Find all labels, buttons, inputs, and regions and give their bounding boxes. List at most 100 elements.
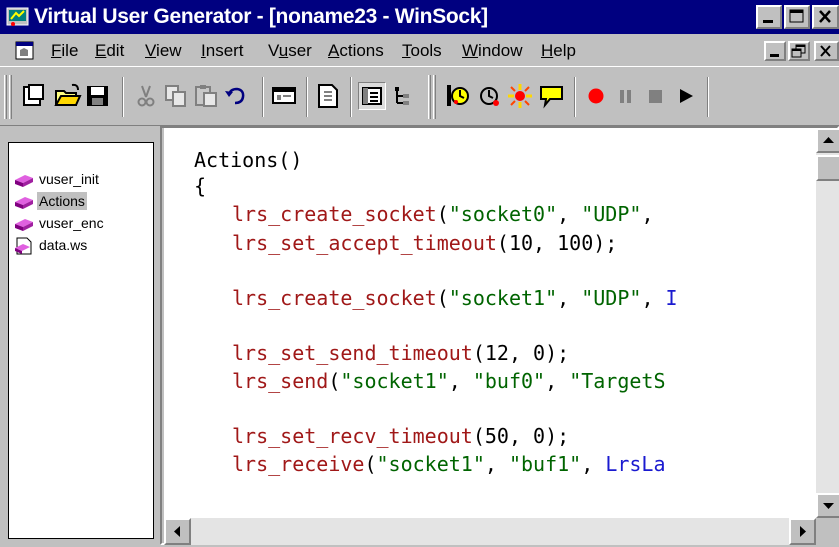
close-icon xyxy=(819,10,831,23)
comment-button[interactable] xyxy=(538,82,566,110)
arrow-up-icon xyxy=(823,137,834,143)
toolbar-grip[interactable] xyxy=(9,75,12,119)
record-dot-button[interactable] xyxy=(582,82,610,110)
menu-view[interactable]: View xyxy=(145,41,182,61)
record-dot-icon xyxy=(588,88,604,104)
code-token: , xyxy=(448,369,473,393)
toolbar-grip[interactable] xyxy=(433,75,436,119)
menu-window[interactable]: Window xyxy=(462,41,522,61)
paste-button[interactable] xyxy=(192,82,220,110)
menu-help[interactable]: Help xyxy=(541,41,576,61)
script-view-button[interactable] xyxy=(314,82,342,110)
undo-button[interactable] xyxy=(222,82,250,110)
code-line: lrs_set_accept_timeout(10, 100); xyxy=(232,231,617,255)
record-icon xyxy=(480,87,499,106)
cut-button[interactable] xyxy=(132,82,160,110)
open-paren: ( xyxy=(472,341,485,365)
document-system-menu-icon[interactable] xyxy=(14,40,36,62)
close-button[interactable] xyxy=(812,5,839,29)
function-name: lrs_create_socket xyxy=(232,286,437,310)
pause-icon xyxy=(620,90,631,103)
menu-insert[interactable]: Insert xyxy=(201,41,244,61)
menu-edit[interactable]: Edit xyxy=(95,41,124,61)
tree-item-actions[interactable]: Actions xyxy=(13,191,153,213)
run-button[interactable] xyxy=(506,82,534,110)
minimize-button[interactable] xyxy=(756,5,782,29)
vugen-app-icon[interactable] xyxy=(6,5,30,29)
title-bar[interactable]: Virtual User Generator - [noname23 - Win… xyxy=(0,0,839,34)
data-file-icon xyxy=(15,237,32,255)
constant-token: I xyxy=(665,286,678,310)
record-button[interactable] xyxy=(476,82,504,110)
run-icon xyxy=(508,84,532,108)
scroll-left-button[interactable] xyxy=(164,518,191,545)
maximize-icon xyxy=(789,9,804,23)
code-token: , xyxy=(545,369,570,393)
save-button[interactable] xyxy=(84,82,112,110)
play-button[interactable] xyxy=(672,82,700,110)
script-tree-panel[interactable]: vuser_init Actions vuser_enc data.ws xyxy=(8,142,154,539)
copy-button[interactable] xyxy=(162,82,190,110)
document-close-button[interactable] xyxy=(814,41,839,61)
restore-icon xyxy=(791,44,806,58)
horizontal-scrollbar[interactable] xyxy=(164,518,816,545)
open-button[interactable] xyxy=(54,82,82,110)
tree-item-vuser-init[interactable]: vuser_init xyxy=(13,169,153,191)
tree-item-data-ws[interactable]: data.ws xyxy=(13,235,153,257)
toolbar-separator xyxy=(350,77,352,117)
code-token: , xyxy=(641,286,666,310)
tree-view-button[interactable] xyxy=(390,82,418,110)
menu-tools[interactable]: Tools xyxy=(402,41,442,61)
document-restore-button[interactable] xyxy=(788,41,810,61)
code-token: 12, 0); xyxy=(484,341,570,365)
open-paren: ( xyxy=(436,202,449,226)
open-paren: ( xyxy=(328,369,341,393)
toolbar-separator xyxy=(574,77,576,117)
pause-button[interactable] xyxy=(612,82,640,110)
code-line: lrs_set_recv_timeout(50, 0); xyxy=(232,424,569,448)
vertical-scroll-thumb[interactable] xyxy=(816,155,839,181)
minimize-icon xyxy=(763,20,773,23)
function-name: lrs_set_recv_timeout xyxy=(232,424,473,448)
document-minimize-button[interactable] xyxy=(764,41,786,61)
tree-item-vuser-end[interactable]: vuser_enc xyxy=(13,213,153,235)
record-into-action-icon xyxy=(447,85,469,106)
tree-item-label: vuser_enc xyxy=(39,215,104,231)
maximize-button[interactable] xyxy=(784,5,810,29)
play-icon xyxy=(680,89,693,103)
scroll-right-button[interactable] xyxy=(789,518,816,545)
toolbar-grip[interactable] xyxy=(4,75,7,119)
action-brick-icon xyxy=(15,219,33,231)
list-view-button[interactable] xyxy=(358,82,386,110)
scrollbar-corner xyxy=(816,518,839,545)
vertical-scrollbar[interactable] xyxy=(816,128,839,518)
record-into-action-button[interactable] xyxy=(444,82,472,110)
code-area[interactable]: Actions() { lrs_create_socket("socket0",… xyxy=(164,128,816,518)
scroll-down-button[interactable] xyxy=(816,493,839,518)
code-token: , xyxy=(557,202,582,226)
toolbar-grip[interactable] xyxy=(428,75,431,119)
stop-button[interactable] xyxy=(642,82,670,110)
close-icon xyxy=(820,45,831,57)
compile-icon xyxy=(272,87,296,104)
code-token: 10, 100); xyxy=(508,231,618,255)
menu-file[interactable]: File xyxy=(51,41,78,61)
script-view-icon xyxy=(318,84,338,108)
function-name: lrs_set_send_timeout xyxy=(232,341,473,365)
code-line: lrs_receive("socket1", "buf1", LrsLa xyxy=(232,452,666,476)
open-paren: ( xyxy=(364,452,377,476)
menu-actions[interactable]: Actions xyxy=(328,41,384,61)
code-line: lrs_create_socket("socket0", "UDP", xyxy=(232,202,666,226)
scroll-up-button[interactable] xyxy=(816,128,839,153)
paste-icon xyxy=(195,85,217,107)
menu-vuser[interactable]: Vuser xyxy=(268,41,312,61)
action-brick-icon xyxy=(15,175,33,187)
new-script-button[interactable] xyxy=(20,82,48,110)
compile-button[interactable] xyxy=(270,82,298,110)
function-name: lrs_send xyxy=(232,369,329,393)
tree-view-icon xyxy=(395,87,409,105)
function-name: lrs_receive xyxy=(232,452,365,476)
window-title: Virtual User Generator - [noname23 - Win… xyxy=(34,5,488,28)
function-name: lrs_set_accept_timeout xyxy=(232,231,497,255)
constant-token: LrsLa xyxy=(605,452,666,476)
